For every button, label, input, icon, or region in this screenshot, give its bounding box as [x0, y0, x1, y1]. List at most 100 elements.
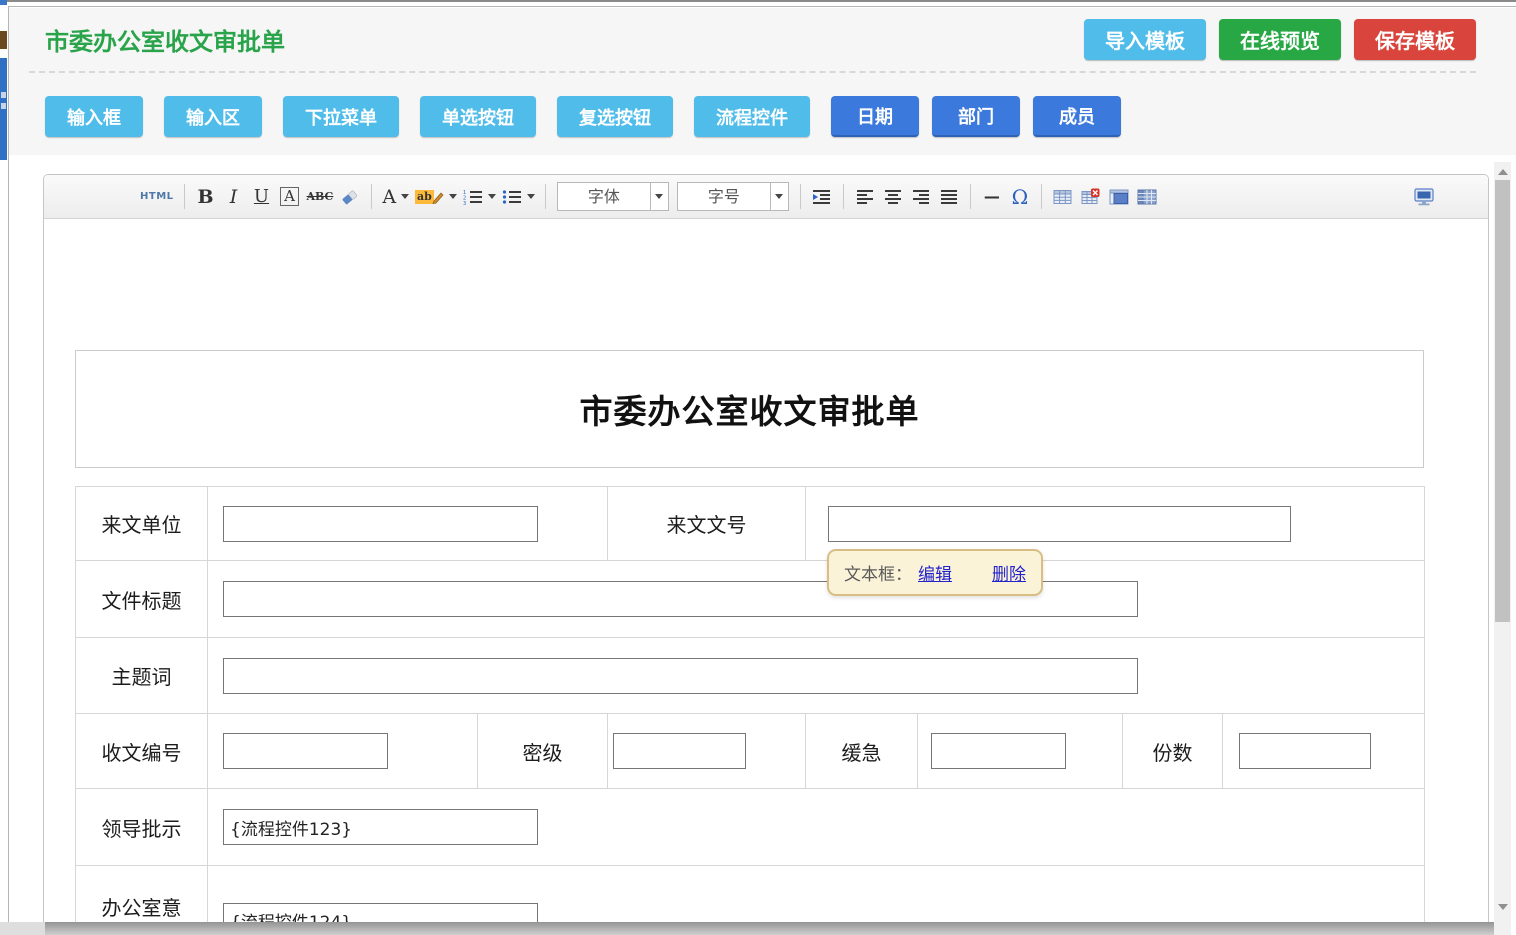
edit-field-link[interactable]: 编辑 [918, 560, 952, 585]
tooltip-label: 文本框： [844, 560, 912, 585]
italic-button[interactable]: I [220, 182, 248, 212]
copies-input[interactable] [1239, 733, 1371, 769]
page-title: 市委办公室收文审批单 [45, 22, 285, 57]
align-right-button[interactable] [907, 182, 935, 212]
background-page-edge [0, 31, 7, 49]
background-page-edge [1, 92, 6, 98]
font-attribute-button[interactable]: A [276, 182, 304, 212]
subject-words-input[interactable] [223, 658, 1138, 694]
text-color-icon: A [382, 186, 396, 208]
incoming-unit-input[interactable] [223, 506, 538, 542]
scrollbar-thumb[interactable] [1495, 180, 1510, 622]
designer-header: 市委办公室收文审批单 导入模板 在线预览 保存模板 输入框 输入区 下拉菜单 单… [9, 8, 1516, 155]
urgency-input[interactable] [931, 733, 1066, 769]
indent-button[interactable] [808, 182, 836, 212]
field-edit-tooltip: 文本框： 编辑 删除 [827, 549, 1043, 596]
add-radio-button[interactable]: 单选按钮 [420, 96, 536, 137]
import-template-button[interactable]: 导入模板 [1084, 19, 1206, 60]
align-right-icon [912, 189, 930, 205]
fullscreen-icon [1413, 188, 1435, 206]
ordered-list-button[interactable]: 123 [460, 182, 499, 212]
add-flow-control-button[interactable]: 流程控件 [694, 96, 810, 137]
receipt-number-input[interactable] [223, 733, 388, 769]
delete-table-button[interactable] [1077, 182, 1105, 212]
merge-cells-button[interactable] [1105, 182, 1133, 212]
toolbar-separator [843, 184, 844, 209]
rich-text-editor: HTML B I U A ABC A ab [43, 174, 1489, 935]
align-left-button[interactable] [851, 182, 879, 212]
chevron-down-icon[interactable] [770, 183, 788, 210]
field-label: 收文编号 [76, 714, 208, 789]
indent-icon [812, 189, 831, 205]
text-color-button[interactable]: A [379, 182, 412, 212]
omega-icon: Ω [1012, 185, 1029, 209]
leader-instructions-input[interactable] [223, 809, 538, 845]
table-row: 文件标题 [76, 561, 1425, 638]
underline-icon: U [254, 186, 269, 207]
eraser-button[interactable] [336, 182, 364, 212]
editor-content[interactable]: 市委办公室收文审批单 来文单位 来文文号 文件标题 主题词 收文编号 [44, 219, 1488, 935]
html-source-button[interactable]: HTML [137, 182, 177, 212]
add-dropdown-button[interactable]: 下拉菜单 [283, 96, 399, 137]
vertical-scrollbar[interactable] [1494, 162, 1511, 935]
field-label: 密级 [478, 714, 608, 789]
font-size-select[interactable]: 字号 [677, 182, 789, 211]
add-checkbox-button[interactable]: 复选按钮 [557, 96, 673, 137]
strikethrough-button[interactable]: ABC [304, 182, 337, 212]
toolbar-separator [800, 184, 801, 209]
pencil-icon [432, 190, 444, 204]
add-input-box-button[interactable]: 输入框 [45, 96, 143, 137]
online-preview-button[interactable]: 在线预览 [1219, 19, 1341, 60]
align-center-button[interactable] [879, 182, 907, 212]
field-label: 来文文号 [608, 487, 806, 561]
underline-button[interactable]: U [248, 182, 276, 212]
font-attribute-icon: A [280, 187, 299, 206]
toolbar-separator [371, 184, 372, 209]
field-label: 文件标题 [76, 561, 208, 638]
add-textarea-button[interactable]: 输入区 [164, 96, 262, 137]
table-row: 收文编号 密级 缓急 份数 [76, 714, 1425, 789]
fullscreen-button[interactable] [1410, 182, 1438, 212]
font-family-label: 字体 [558, 183, 650, 210]
delete-table-icon [1081, 188, 1100, 205]
field-label: 份数 [1123, 714, 1223, 789]
scrollbar-up-button[interactable] [1498, 169, 1508, 175]
secrecy-level-input[interactable] [613, 733, 746, 769]
chevron-down-icon[interactable] [650, 183, 668, 210]
toolbar-separator [1041, 184, 1042, 209]
bold-button[interactable]: B [192, 182, 220, 212]
save-template-button[interactable]: 保存模板 [1354, 19, 1476, 60]
toolbar-separator [970, 184, 971, 209]
add-department-button[interactable]: 部门 [932, 96, 1020, 137]
chevron-down-icon [488, 194, 496, 199]
field-label: 领导批示 [76, 789, 208, 866]
special-character-button[interactable]: Ω [1006, 182, 1034, 212]
window-top-edge [0, 0, 1516, 2]
highlight-color-button[interactable]: ab [412, 182, 460, 212]
chevron-down-icon [401, 194, 409, 199]
add-member-button[interactable]: 成员 [1033, 96, 1121, 137]
insert-table-button[interactable] [1049, 182, 1077, 212]
align-justify-button[interactable] [935, 182, 963, 212]
background-page-edge [1, 103, 6, 109]
scrollbar-down-button[interactable] [1498, 904, 1508, 910]
align-justify-icon [940, 189, 958, 205]
add-date-button[interactable]: 日期 [831, 96, 919, 137]
chevron-down-icon [527, 194, 535, 199]
html-source-icon: HTML [140, 191, 174, 202]
delete-field-link[interactable]: 删除 [992, 560, 1026, 585]
table-properties-button[interactable] [1133, 182, 1161, 212]
window-bottom-edge [0, 922, 45, 935]
background-page-edge [0, 58, 7, 160]
field-label: 缓急 [806, 714, 918, 789]
toolbar-separator [545, 184, 546, 209]
horizontal-rule-button[interactable]: — [978, 182, 1006, 212]
font-family-select[interactable]: 字体 [557, 182, 669, 211]
incoming-number-input[interactable] [828, 506, 1291, 542]
unordered-list-button[interactable] [499, 182, 538, 212]
align-center-icon [884, 189, 902, 205]
background-page-edge [0, 0, 7, 5]
table-properties-icon [1137, 189, 1157, 205]
font-size-label: 字号 [678, 183, 770, 210]
component-toolbar: 输入框 输入区 下拉菜单 单选按钮 复选按钮 流程控件 日期 部门 成员 [9, 73, 1516, 137]
